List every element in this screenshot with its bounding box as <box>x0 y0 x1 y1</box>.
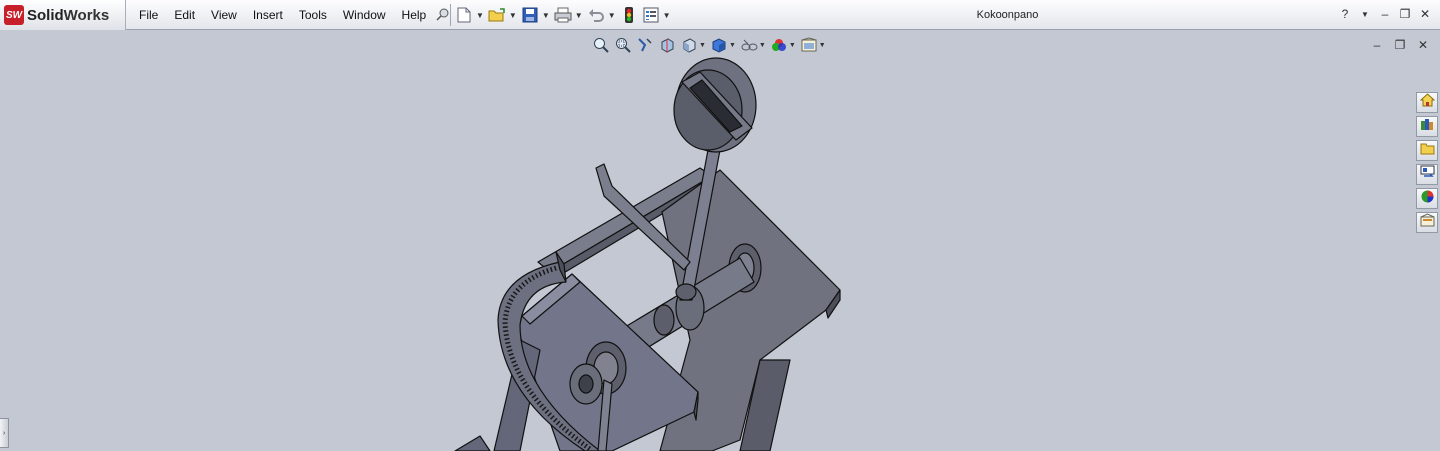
section-view-icon <box>658 36 676 54</box>
options-icon <box>642 6 660 24</box>
rebuild-button[interactable] <box>620 4 638 26</box>
traffic-light-icon <box>620 6 638 24</box>
view-orientation-button[interactable]: ▼ <box>680 36 706 54</box>
menu-view[interactable]: View <box>203 8 245 22</box>
chevron-down-icon[interactable]: ▼ <box>819 42 826 49</box>
new-document-icon <box>455 6 473 24</box>
graphics-viewport[interactable] <box>0 0 1440 451</box>
sw-logo-mark: SW <box>4 5 24 25</box>
chevron-down-icon[interactable]: ▼ <box>1356 5 1374 23</box>
undo-icon <box>587 6 605 24</box>
chevron-down-icon[interactable]: ▼ <box>663 11 671 20</box>
edit-appearance-icon <box>770 36 788 54</box>
view-orientation-icon <box>680 36 698 54</box>
menu-file[interactable]: File <box>131 8 166 22</box>
menu-bar: File Edit View Insert Tools Window Help <box>131 1 450 29</box>
doc-minimize-icon[interactable]: – <box>1368 36 1386 54</box>
print-icon <box>554 6 572 24</box>
display-style-icon <box>710 36 728 54</box>
design-library-icon <box>1420 117 1435 136</box>
undo-button[interactable]: ▼ <box>587 4 616 26</box>
zoom-to-fit-button[interactable] <box>592 36 610 54</box>
save-icon <box>521 6 539 24</box>
custom-properties-icon <box>1420 213 1435 232</box>
assembly-model[interactable] <box>454 57 841 451</box>
task-pane-custom-properties-tab[interactable] <box>1416 212 1438 233</box>
zoom-to-fit-icon <box>592 36 610 54</box>
display-style-button[interactable]: ▼ <box>710 36 736 54</box>
doc-close-icon[interactable]: ✕ <box>1414 36 1432 54</box>
help-icon[interactable]: ? <box>1336 5 1354 23</box>
save-button[interactable]: ▼ <box>521 4 550 26</box>
task-pane-tabs <box>1416 92 1438 236</box>
chevron-down-icon[interactable]: ▼ <box>575 11 583 20</box>
menu-help[interactable]: Help <box>394 8 435 22</box>
chevron-right-icon: › <box>2 429 6 437</box>
options-button[interactable]: ▼ <box>642 4 671 26</box>
close-icon[interactable]: ✕ <box>1416 5 1434 23</box>
previous-view-icon <box>636 36 654 54</box>
appearances-icon <box>1420 189 1435 209</box>
task-pane-home-tab[interactable] <box>1416 92 1438 113</box>
doc-restore-icon[interactable]: ❐ <box>1391 36 1409 54</box>
edit-appearance-button[interactable]: ▼ <box>770 36 796 54</box>
menu-edit[interactable]: Edit <box>166 8 203 22</box>
menu-insert[interactable]: Insert <box>245 8 291 22</box>
toolbar-separator <box>450 4 451 26</box>
chevron-down-icon[interactable]: ▼ <box>542 11 550 20</box>
chevron-down-icon[interactable]: ▼ <box>729 42 736 49</box>
home-icon <box>1419 93 1435 112</box>
hide-show-items-icon <box>740 36 758 54</box>
heads-up-view-toolbar: ▼ ▼ ▼ ▼ ▼ <box>592 34 830 56</box>
chevron-down-icon[interactable]: ▼ <box>699 42 706 49</box>
window-controls: ? ▼ – ❐ ✕ <box>1334 5 1434 23</box>
chevron-down-icon[interactable]: ▼ <box>789 42 796 49</box>
feature-manager-expand-handle[interactable]: › <box>0 418 9 448</box>
apply-scene-button[interactable]: ▼ <box>800 36 826 54</box>
menu-tools[interactable]: Tools <box>291 8 335 22</box>
section-view-button[interactable] <box>658 36 676 54</box>
file-explorer-icon <box>1420 142 1435 160</box>
chevron-down-icon[interactable]: ▼ <box>759 42 766 49</box>
hide-show-items-button[interactable]: ▼ <box>740 36 766 54</box>
standard-toolbar: ▼ ▼ ▼ ▼ ▼ ▼ <box>446 3 675 27</box>
open-folder-icon <box>488 6 506 24</box>
logo-wordmark: SolidWorks <box>27 6 110 24</box>
task-pane-appearances-tab[interactable] <box>1416 188 1438 209</box>
chevron-down-icon[interactable]: ▼ <box>608 11 616 20</box>
open-button[interactable]: ▼ <box>488 4 517 26</box>
document-window-controls: – ❐ ✕ <box>1363 36 1432 54</box>
restore-icon[interactable]: ❐ <box>1396 5 1414 23</box>
zoom-area-icon <box>614 36 632 54</box>
print-button[interactable]: ▼ <box>554 4 583 26</box>
task-pane-view-palette-tab[interactable] <box>1416 164 1438 185</box>
previous-view-button[interactable] <box>636 36 654 54</box>
title-bar: SW SolidWorks File Edit View Insert Tool… <box>0 0 1440 30</box>
zoom-area-button[interactable] <box>614 36 632 54</box>
task-pane-design-library-tab[interactable] <box>1416 116 1438 137</box>
apply-scene-icon <box>800 36 818 54</box>
menu-window[interactable]: Window <box>335 8 394 22</box>
solidworks-logo[interactable]: SW SolidWorks <box>0 0 126 30</box>
view-palette-icon <box>1420 165 1435 184</box>
chevron-down-icon[interactable]: ▼ <box>509 11 517 20</box>
minimize-icon[interactable]: – <box>1376 5 1394 23</box>
chevron-down-icon[interactable]: ▼ <box>476 11 484 20</box>
task-pane-file-explorer-tab[interactable] <box>1416 140 1438 161</box>
new-document-button[interactable]: ▼ <box>455 4 484 26</box>
